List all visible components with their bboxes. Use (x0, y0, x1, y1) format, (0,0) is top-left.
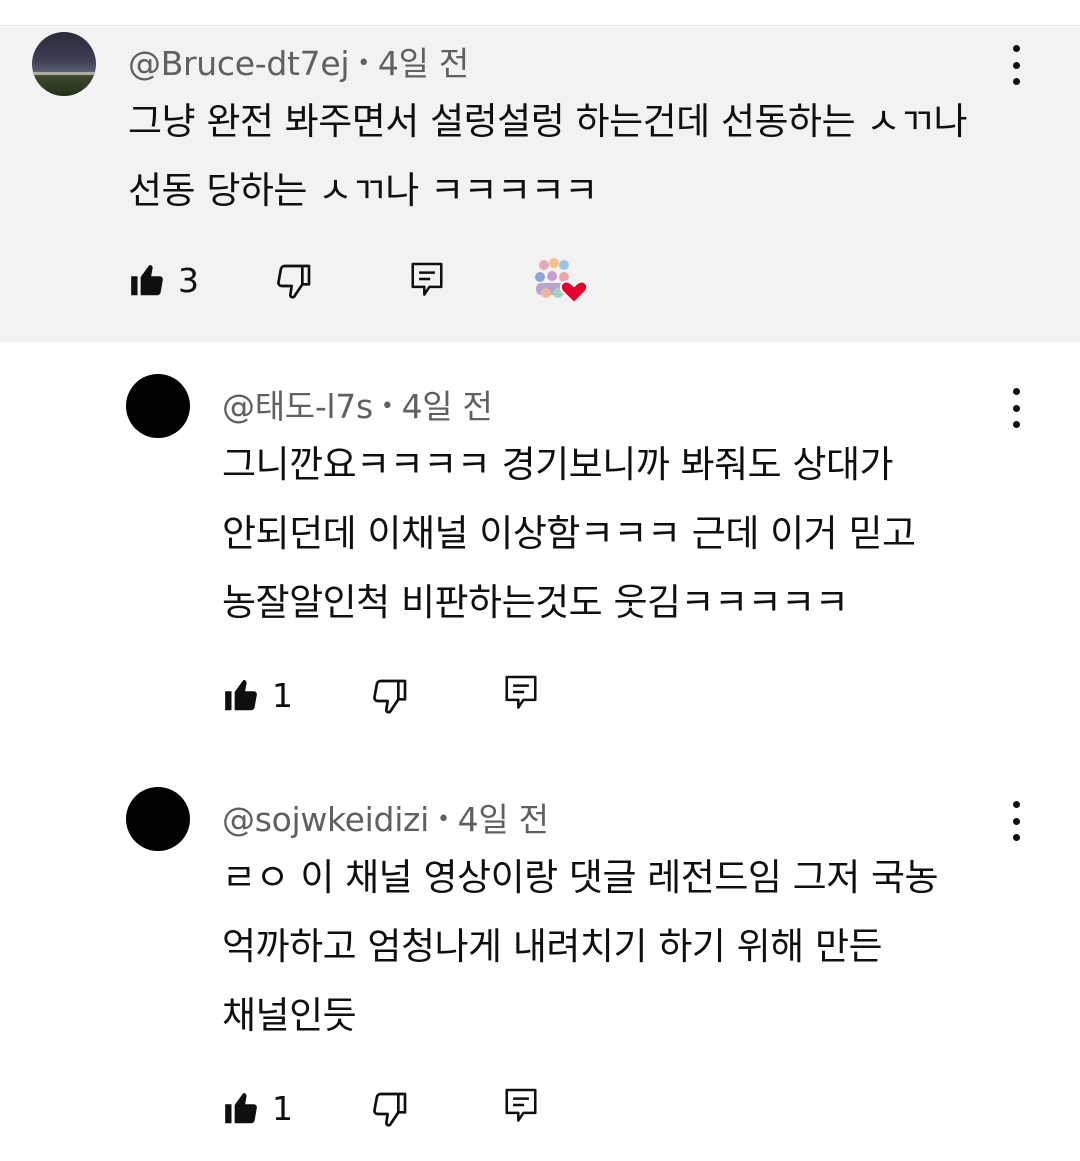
top-divider (0, 0, 1080, 26)
reply-button[interactable] (502, 1085, 540, 1125)
like-count: 3 (178, 261, 199, 300)
avatar[interactable] (126, 374, 190, 438)
separator-dot: • (357, 51, 370, 76)
more-vert-icon[interactable] (1004, 388, 1028, 428)
comment-text: 그냥 완전 봐주면서 설렁설렁 하는건데 선동하는 ㅅㄲ나 선동 당하는 ㅅㄲ나… (128, 100, 968, 212)
like-button[interactable]: 1 (222, 676, 293, 715)
comment-meta: @태도-l7s • 4일 전 (222, 380, 493, 428)
more-vert-icon[interactable] (1004, 801, 1028, 841)
separator-dot: • (380, 394, 394, 419)
thumbs-up-icon (225, 679, 257, 710)
reply-icon (505, 1088, 537, 1122)
comment-meta: @sojwkeidizi • 4일 전 (222, 793, 549, 841)
like-button[interactable]: 1 (222, 1089, 293, 1128)
thumbs-down-icon (373, 679, 407, 714)
dislike-button[interactable] (274, 261, 314, 301)
avatar[interactable] (32, 32, 96, 96)
reply-button[interactable] (502, 672, 540, 712)
comment-time[interactable]: 4일 전 (378, 44, 469, 83)
thumbs-down-icon (277, 264, 311, 299)
reply-icon (411, 262, 443, 296)
comment-reply: @태도-l7s • 4일 전 그니깐요ㅋㅋㅋㅋ 경기보니까 봐줘도 상대가 안되던데… (0, 342, 1080, 747)
author-handle[interactable]: @sojwkeidizi (222, 800, 429, 839)
like-button[interactable]: 3 (128, 261, 199, 300)
reply-button[interactable] (408, 259, 446, 299)
comment-text: 그니깐요ㅋㅋㅋㅋ 경기보니까 봐줘도 상대가 안되던데 이채널 이상함ㅋㅋㅋ 근… (222, 443, 916, 624)
thumbs-down-icon (373, 1092, 407, 1127)
comment-text: ㄹㅇ 이 채널 영상이랑 댓글 레전드임 그저 국농 억까하고 엄청나게 내려치… (222, 856, 939, 1037)
avatar[interactable] (126, 787, 190, 851)
thumbs-up-icon (131, 264, 163, 295)
comment-thread: @Bruce-dt7ej • 4일 전 그냥 완전 봐주면서 설렁설렁 하는건데 선… (0, 27, 1080, 342)
more-vert-icon[interactable] (1004, 45, 1028, 85)
like-count: 1 (272, 1089, 293, 1128)
comment-time[interactable]: 4일 전 (402, 387, 493, 426)
reply-icon (505, 675, 537, 709)
dislike-button[interactable] (370, 676, 410, 716)
comment-reply: @sojwkeidizi • 4일 전 ㄹㅇ 이 채널 영상이랑 댓글 레전드임 그… (0, 755, 1080, 1161)
separator-dot: • (436, 807, 450, 832)
comment-time[interactable]: 4일 전 (458, 800, 549, 839)
like-count: 1 (272, 676, 293, 715)
comment-meta: @Bruce-dt7ej • 4일 전 (128, 37, 469, 85)
dislike-button[interactable] (370, 1089, 410, 1129)
creator-heart-icon (532, 257, 589, 305)
thumbs-up-icon (225, 1092, 257, 1123)
author-handle[interactable]: @Bruce-dt7ej (128, 44, 350, 83)
author-handle[interactable]: @태도-l7s (222, 387, 373, 426)
